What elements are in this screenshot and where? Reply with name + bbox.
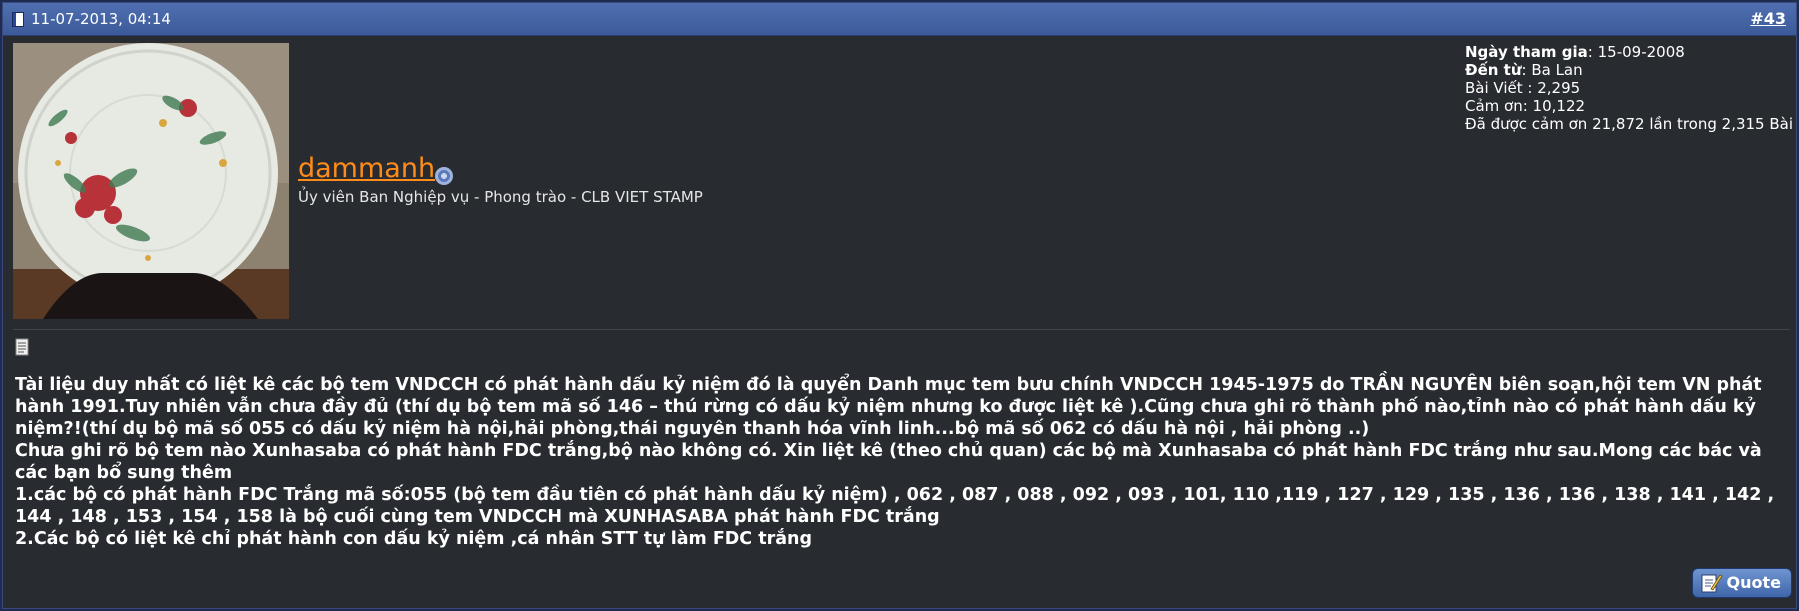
post-number-value: 43 [1763, 9, 1786, 28]
forum-post: 11-07-2013, 04:14 #43 dammanh Ủy viên Ba… [2, 2, 1797, 609]
post-number-hash: # [1750, 9, 1764, 28]
online-status-icon [435, 167, 453, 185]
quote-pencil-icon [1701, 574, 1723, 593]
location-row: Đến từ: Ba Lan [1465, 61, 1793, 79]
message-line: 2.Các bộ có liệt kê chỉ phát hành con dấ… [15, 529, 813, 549]
username-link[interactable]: dammanh [298, 153, 435, 184]
thanks-given: Cảm ơn: 10,122 [1465, 97, 1586, 115]
avatar[interactable] [13, 43, 289, 319]
user-title: Ủy viên Ban Nghiệp vụ - Phong trào - CLB… [298, 188, 703, 206]
post-count: Bài Viết : 2,295 [1465, 79, 1581, 97]
message-icon [15, 338, 29, 356]
location-label: Đến từ [1465, 61, 1522, 79]
thanks-received: Đã được cảm ơn 21,872 lần trong 2,315 Bà… [1465, 115, 1794, 133]
post-date: 11-07-2013, 04:14 [31, 10, 171, 28]
message-line: Tài liệu duy nhất có liệt kê các bộ tem … [15, 375, 1762, 439]
post-status-icon [12, 12, 24, 27]
quote-button[interactable]: Quote [1692, 568, 1792, 598]
post-divider [13, 329, 1790, 330]
message-line: Chưa ghi rõ bộ tem nào Xunhasaba có phát… [15, 441, 1762, 483]
post-number-link[interactable]: #43 [1750, 3, 1786, 35]
location-value: : Ba Lan [1521, 61, 1583, 79]
join-date-label: Ngày tham gia [1465, 43, 1588, 61]
post-message: Tài liệu duy nhất có liệt kê các bộ tem … [15, 374, 1790, 550]
join-date-row: Ngày tham gia: 15-09-2008 [1465, 43, 1793, 61]
avatar-plate-image [13, 43, 289, 319]
join-date-value: : 15-09-2008 [1587, 43, 1685, 61]
quote-button-label: Quote [1726, 573, 1781, 592]
user-info: Ngày tham gia: 15-09-2008 Đến từ: Ba Lan… [1465, 43, 1793, 133]
message-line: 1.các bộ có phát hành FDC Trắng mã số:05… [15, 485, 1775, 527]
post-header: 11-07-2013, 04:14 #43 [3, 3, 1796, 36]
